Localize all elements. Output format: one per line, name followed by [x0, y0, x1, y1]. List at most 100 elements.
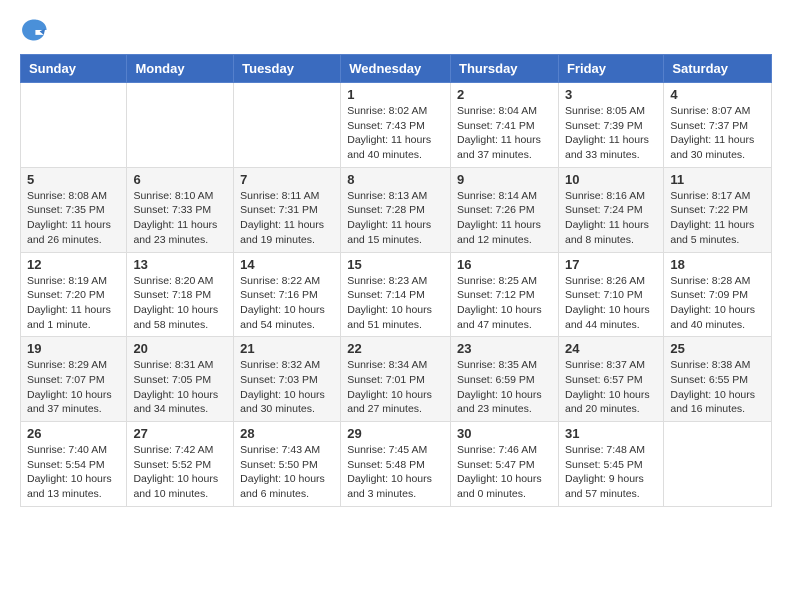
day-info: Sunrise: 7:48 AM Sunset: 5:45 PM Dayligh… [565, 443, 657, 502]
calendar-cell: 2 Sunrise: 8:04 AM Sunset: 7:41 PM Daylig… [451, 83, 559, 168]
day-number: 17 [565, 257, 657, 272]
calendar-cell: 8 Sunrise: 8:13 AM Sunset: 7:28 PM Daylig… [341, 167, 451, 252]
day-info: Sunrise: 8:32 AM Sunset: 7:03 PM Dayligh… [240, 358, 334, 417]
day-number: 7 [240, 172, 334, 187]
day-number: 27 [133, 426, 227, 441]
header [20, 16, 772, 44]
weekday-sunday: Sunday [21, 55, 127, 83]
calendar-cell: 18 Sunrise: 8:28 AM Sunset: 7:09 PM Dayli… [664, 252, 772, 337]
day-info: Sunrise: 8:08 AM Sunset: 7:35 PM Dayligh… [27, 189, 120, 248]
day-number: 18 [670, 257, 765, 272]
day-info: Sunrise: 8:37 AM Sunset: 6:57 PM Dayligh… [565, 358, 657, 417]
day-number: 31 [565, 426, 657, 441]
day-info: Sunrise: 8:28 AM Sunset: 7:09 PM Dayligh… [670, 274, 765, 333]
day-number: 13 [133, 257, 227, 272]
day-number: 23 [457, 341, 552, 356]
day-info: Sunrise: 7:42 AM Sunset: 5:52 PM Dayligh… [133, 443, 227, 502]
calendar-week-3: 12 Sunrise: 8:19 AM Sunset: 7:20 PM Dayli… [21, 252, 772, 337]
calendar-week-5: 26Sunrise: 7:40 AM Sunset: 5:54 PM Dayli… [21, 422, 772, 507]
day-number: 29 [347, 426, 444, 441]
day-info: Sunrise: 8:07 AM Sunset: 7:37 PM Dayligh… [670, 104, 765, 163]
calendar-week-1: 1 Sunrise: 8:02 AM Sunset: 7:43 PM Daylig… [21, 83, 772, 168]
day-info: Sunrise: 8:10 AM Sunset: 7:33 PM Dayligh… [133, 189, 227, 248]
calendar-cell: 21 Sunrise: 8:32 AM Sunset: 7:03 PM Dayli… [234, 337, 341, 422]
page: SundayMondayTuesdayWednesdayThursdayFrid… [0, 0, 792, 523]
calendar-cell: 23 Sunrise: 8:35 AM Sunset: 6:59 PM Dayli… [451, 337, 559, 422]
day-number: 25 [670, 341, 765, 356]
day-number: 2 [457, 87, 552, 102]
calendar-cell: 10Sunrise: 8:16 AM Sunset: 7:24 PM Dayli… [558, 167, 663, 252]
calendar-cell: 3 Sunrise: 8:05 AM Sunset: 7:39 PM Daylig… [558, 83, 663, 168]
day-info: Sunrise: 7:46 AM Sunset: 5:47 PM Dayligh… [457, 443, 552, 502]
weekday-saturday: Saturday [664, 55, 772, 83]
calendar-week-2: 5 Sunrise: 8:08 AM Sunset: 7:35 PM Daylig… [21, 167, 772, 252]
calendar-cell: 30 Sunrise: 7:46 AM Sunset: 5:47 PM Dayli… [451, 422, 559, 507]
logo-icon [20, 16, 48, 44]
day-info: Sunrise: 8:05 AM Sunset: 7:39 PM Dayligh… [565, 104, 657, 163]
day-info: Sunrise: 8:34 AM Sunset: 7:01 PM Dayligh… [347, 358, 444, 417]
day-number: 24 [565, 341, 657, 356]
day-number: 19 [27, 341, 120, 356]
calendar-week-4: 19Sunrise: 8:29 AM Sunset: 7:07 PM Dayli… [21, 337, 772, 422]
calendar-cell [21, 83, 127, 168]
calendar-cell: 7Sunrise: 8:11 AM Sunset: 7:31 PM Daylig… [234, 167, 341, 252]
day-info: Sunrise: 8:22 AM Sunset: 7:16 PM Dayligh… [240, 274, 334, 333]
day-info: Sunrise: 8:20 AM Sunset: 7:18 PM Dayligh… [133, 274, 227, 333]
day-number: 10 [565, 172, 657, 187]
calendar-cell: 11Sunrise: 8:17 AM Sunset: 7:22 PM Dayli… [664, 167, 772, 252]
weekday-header-row: SundayMondayTuesdayWednesdayThursdayFrid… [21, 55, 772, 83]
calendar-cell: 16 Sunrise: 8:25 AM Sunset: 7:12 PM Dayli… [451, 252, 559, 337]
day-number: 9 [457, 172, 552, 187]
day-info: Sunrise: 8:35 AM Sunset: 6:59 PM Dayligh… [457, 358, 552, 417]
day-info: Sunrise: 7:40 AM Sunset: 5:54 PM Dayligh… [27, 443, 120, 502]
day-number: 6 [133, 172, 227, 187]
day-info: Sunrise: 8:19 AM Sunset: 7:20 PM Dayligh… [27, 274, 120, 333]
day-number: 21 [240, 341, 334, 356]
day-number: 28 [240, 426, 334, 441]
calendar-cell [127, 83, 234, 168]
day-info: Sunrise: 8:25 AM Sunset: 7:12 PM Dayligh… [457, 274, 552, 333]
day-info: Sunrise: 7:43 AM Sunset: 5:50 PM Dayligh… [240, 443, 334, 502]
calendar-cell: 22 Sunrise: 8:34 AM Sunset: 7:01 PM Dayli… [341, 337, 451, 422]
calendar-cell: 20 Sunrise: 8:31 AM Sunset: 7:05 PM Dayli… [127, 337, 234, 422]
calendar-cell: 26Sunrise: 7:40 AM Sunset: 5:54 PM Dayli… [21, 422, 127, 507]
weekday-tuesday: Tuesday [234, 55, 341, 83]
calendar-cell [234, 83, 341, 168]
calendar-cell: 15Sunrise: 8:23 AM Sunset: 7:14 PM Dayli… [341, 252, 451, 337]
day-number: 12 [27, 257, 120, 272]
calendar-cell: 9 Sunrise: 8:14 AM Sunset: 7:26 PM Daylig… [451, 167, 559, 252]
day-info: Sunrise: 8:13 AM Sunset: 7:28 PM Dayligh… [347, 189, 444, 248]
calendar-cell: 6 Sunrise: 8:10 AM Sunset: 7:33 PM Daylig… [127, 167, 234, 252]
calendar-cell: 5 Sunrise: 8:08 AM Sunset: 7:35 PM Daylig… [21, 167, 127, 252]
day-info: Sunrise: 8:02 AM Sunset: 7:43 PM Dayligh… [347, 104, 444, 163]
day-info: Sunrise: 8:38 AM Sunset: 6:55 PM Dayligh… [670, 358, 765, 417]
day-number: 20 [133, 341, 227, 356]
calendar-cell: 27 Sunrise: 7:42 AM Sunset: 5:52 PM Dayli… [127, 422, 234, 507]
weekday-monday: Monday [127, 55, 234, 83]
day-number: 16 [457, 257, 552, 272]
day-info: Sunrise: 8:14 AM Sunset: 7:26 PM Dayligh… [457, 189, 552, 248]
day-info: Sunrise: 8:17 AM Sunset: 7:22 PM Dayligh… [670, 189, 765, 248]
calendar-cell: 13 Sunrise: 8:20 AM Sunset: 7:18 PM Dayli… [127, 252, 234, 337]
day-info: Sunrise: 8:04 AM Sunset: 7:41 PM Dayligh… [457, 104, 552, 163]
day-number: 14 [240, 257, 334, 272]
calendar-cell: 24 Sunrise: 8:37 AM Sunset: 6:57 PM Dayli… [558, 337, 663, 422]
day-number: 15 [347, 257, 444, 272]
day-number: 30 [457, 426, 552, 441]
day-number: 3 [565, 87, 657, 102]
day-number: 22 [347, 341, 444, 356]
calendar-cell: 1 Sunrise: 8:02 AM Sunset: 7:43 PM Daylig… [341, 83, 451, 168]
day-number: 5 [27, 172, 120, 187]
calendar-cell: 17 Sunrise: 8:26 AM Sunset: 7:10 PM Dayli… [558, 252, 663, 337]
calendar-cell: 25 Sunrise: 8:38 AM Sunset: 6:55 PM Dayli… [664, 337, 772, 422]
day-number: 8 [347, 172, 444, 187]
calendar-cell: 12 Sunrise: 8:19 AM Sunset: 7:20 PM Dayli… [21, 252, 127, 337]
weekday-friday: Friday [558, 55, 663, 83]
day-number: 1 [347, 87, 444, 102]
calendar-cell: 14 Sunrise: 8:22 AM Sunset: 7:16 PM Dayli… [234, 252, 341, 337]
day-info: Sunrise: 8:31 AM Sunset: 7:05 PM Dayligh… [133, 358, 227, 417]
weekday-wednesday: Wednesday [341, 55, 451, 83]
weekday-thursday: Thursday [451, 55, 559, 83]
calendar-cell: 4Sunrise: 8:07 AM Sunset: 7:37 PM Daylig… [664, 83, 772, 168]
day-info: Sunrise: 8:26 AM Sunset: 7:10 PM Dayligh… [565, 274, 657, 333]
